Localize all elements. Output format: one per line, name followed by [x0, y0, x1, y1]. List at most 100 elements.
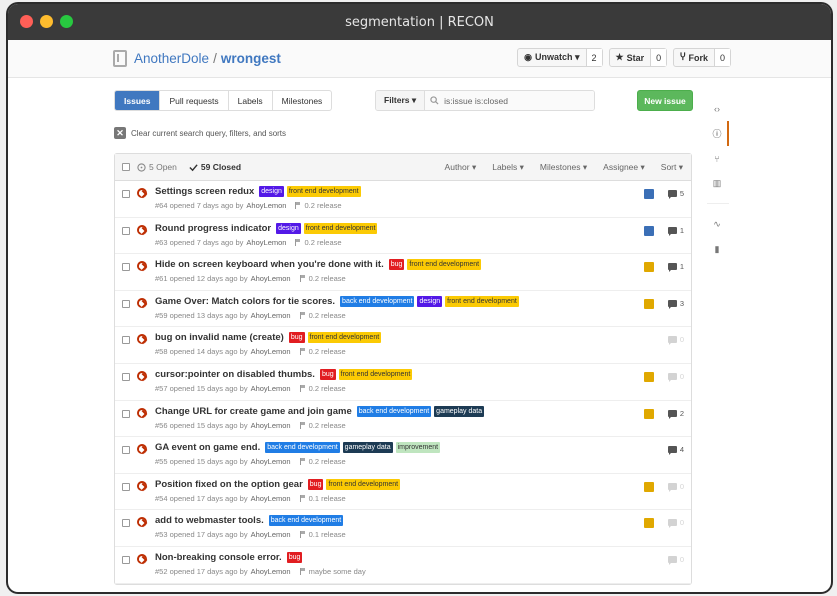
issue-label[interactable]: front end development: [326, 478, 401, 490]
issue-row[interactable]: GA event on game end. back end developmen…: [115, 437, 691, 474]
tab-pull-requests[interactable]: Pull requests: [159, 91, 227, 110]
issue-label[interactable]: front end development: [445, 295, 519, 307]
select-all-checkbox[interactable]: [122, 163, 130, 171]
assignee-avatar[interactable]: [644, 225, 654, 236]
issue-author-link[interactable]: AhoyLemon: [251, 567, 291, 576]
issue-checkbox[interactable]: [122, 519, 130, 528]
sort-dropdown-assignee[interactable]: Assignee ▾: [603, 162, 645, 173]
issue-checkbox[interactable]: [122, 190, 130, 198]
issue-label[interactable]: front end development: [338, 368, 413, 380]
code-icon[interactable]: ‹›: [707, 96, 729, 121]
issue-label[interactable]: front end development: [307, 332, 382, 344]
issue-row[interactable]: Position fixed on the option gear bug fron…: [115, 474, 691, 511]
issue-label[interactable]: bug: [286, 551, 303, 563]
issue-row[interactable]: bug on invalid name (create) bug front end…: [115, 327, 691, 364]
issue-milestone-link[interactable]: 0.2 release: [304, 238, 341, 247]
assignee-avatar[interactable]: [644, 518, 654, 529]
comment-count-link[interactable]: 0: [667, 372, 684, 382]
issue-label[interactable]: front end development: [407, 259, 482, 271]
issue-label[interactable]: gameplay data: [434, 405, 485, 417]
issue-author-link[interactable]: AhoyLemon: [251, 421, 291, 430]
comment-count-link[interactable]: 0: [667, 482, 684, 492]
pull-request-icon[interactable]: ⑂: [707, 146, 729, 171]
issue-milestone-link[interactable]: maybe some day: [309, 567, 366, 576]
closed-issues-filter[interactable]: 59 Closed: [189, 162, 241, 172]
issue-label[interactable]: bug: [319, 368, 336, 380]
sort-dropdown-author[interactable]: Author ▾: [445, 162, 477, 173]
issue-checkbox[interactable]: [122, 372, 130, 381]
issue-label[interactable]: design: [276, 222, 301, 234]
issue-title-link[interactable]: bug on invalid name (create): [155, 332, 284, 343]
issue-title-link[interactable]: Settings screen redux: [155, 186, 254, 197]
issue-row[interactable]: cursor:pointer on disabled thumbs. bug fro…: [115, 364, 691, 401]
issue-row[interactable]: Change URL for create game and join game…: [115, 401, 691, 438]
issue-author-link[interactable]: AhoyLemon: [246, 238, 286, 247]
issue-title-link[interactable]: GA event on game end.: [155, 442, 260, 453]
issue-title-link[interactable]: cursor:pointer on disabled thumbs.: [155, 369, 315, 380]
issue-title-link[interactable]: Change URL for create game and join game: [155, 406, 352, 417]
comment-count-link[interactable]: 4: [667, 445, 684, 456]
issue-label[interactable]: front end development: [286, 186, 361, 197]
issue-checkbox[interactable]: [122, 336, 130, 345]
comment-count-link[interactable]: 2: [667, 409, 684, 419]
issue-checkbox[interactable]: [122, 226, 130, 235]
issue-milestone-link[interactable]: 0.2 release: [309, 274, 346, 283]
comment-count-link[interactable]: 0: [667, 335, 684, 346]
issue-milestone-link[interactable]: 0.2 release: [309, 347, 346, 356]
minimize-window-button[interactable]: [40, 15, 53, 28]
issue-milestone-link[interactable]: 0.2 release: [309, 311, 346, 320]
issue-checkbox[interactable]: [122, 409, 130, 418]
issue-author-link[interactable]: AhoyLemon: [251, 530, 291, 539]
issue-label[interactable]: improvement: [395, 442, 441, 454]
issue-row[interactable]: Settings screen redux design front end dev…: [115, 181, 691, 218]
clear-filters-link[interactable]: ✕ Clear current search query, filters, a…: [114, 127, 286, 139]
tab-issues[interactable]: Issues: [115, 91, 160, 110]
issue-milestone-link[interactable]: 0.1 release: [309, 530, 346, 539]
issue-label[interactable]: design: [417, 295, 443, 307]
fork-button[interactable]: Ⴤ Fork 0: [673, 48, 731, 67]
sort-dropdown-labels[interactable]: Labels ▾: [492, 162, 524, 173]
issue-milestone-link[interactable]: 0.2 release: [309, 421, 346, 430]
issue-author-link[interactable]: AhoyLemon: [251, 274, 291, 283]
issue-title-link[interactable]: add to webmaster tools.: [155, 515, 264, 526]
sort-dropdown-sort[interactable]: Sort ▾: [661, 162, 683, 173]
issue-row[interactable]: Round progress indicator design front end …: [115, 218, 691, 255]
issue-label[interactable]: back end development: [356, 405, 432, 417]
comment-count-link[interactable]: 0: [667, 518, 684, 529]
maximize-window-button[interactable]: [60, 15, 73, 28]
issue-author-link[interactable]: AhoyLemon: [251, 384, 291, 393]
issue-title-link[interactable]: Game Over: Match colors for tie scores.: [155, 296, 335, 307]
issue-title-link[interactable]: Position fixed on the option gear: [155, 479, 303, 490]
issue-title-link[interactable]: Non-breaking console error.: [155, 552, 282, 563]
pulse-icon[interactable]: ∿: [707, 212, 729, 237]
action-count[interactable]: 2: [585, 49, 602, 66]
issue-checkbox[interactable]: [122, 482, 130, 491]
issues-icon[interactable]: ⓘ: [707, 121, 729, 146]
comment-count-link[interactable]: 5: [667, 189, 684, 199]
issue-milestone-link[interactable]: 0.2 release: [309, 457, 346, 466]
issue-milestone-link[interactable]: 0.2 release: [304, 201, 341, 210]
issue-label[interactable]: bug: [288, 332, 305, 344]
issue-row[interactable]: Hide on screen keyboard when you're done…: [115, 254, 691, 291]
issue-row[interactable]: Non-breaking console error. bug #52 opene…: [115, 547, 691, 584]
assignee-avatar[interactable]: [644, 189, 654, 199]
sort-dropdown-milestones[interactable]: Milestones ▾: [540, 162, 587, 173]
issue-milestone-link[interactable]: 0.2 release: [309, 384, 346, 393]
issue-title-link[interactable]: Round progress indicator: [155, 223, 271, 234]
issue-row[interactable]: Game Over: Match colors for tie scores. b…: [115, 291, 691, 328]
graphs-icon[interactable]: ▮: [707, 237, 729, 262]
eye-button[interactable]: ◉ Unwatch ▾ 2: [517, 48, 603, 67]
issue-checkbox[interactable]: [122, 263, 130, 272]
comment-count-link[interactable]: 3: [667, 299, 684, 309]
new-issue-button[interactable]: New issue: [637, 90, 693, 111]
action-count[interactable]: 0: [713, 49, 730, 66]
issue-checkbox[interactable]: [122, 555, 130, 564]
assignee-avatar[interactable]: [644, 262, 654, 273]
issue-label[interactable]: back end development: [268, 515, 344, 527]
issue-label[interactable]: gameplay data: [342, 442, 393, 454]
comment-count-link[interactable]: 1: [667, 262, 684, 273]
issue-author-link[interactable]: AhoyLemon: [251, 311, 291, 320]
issue-checkbox[interactable]: [122, 446, 130, 455]
issue-label[interactable]: bug: [307, 478, 324, 490]
action-count[interactable]: 0: [650, 49, 667, 66]
